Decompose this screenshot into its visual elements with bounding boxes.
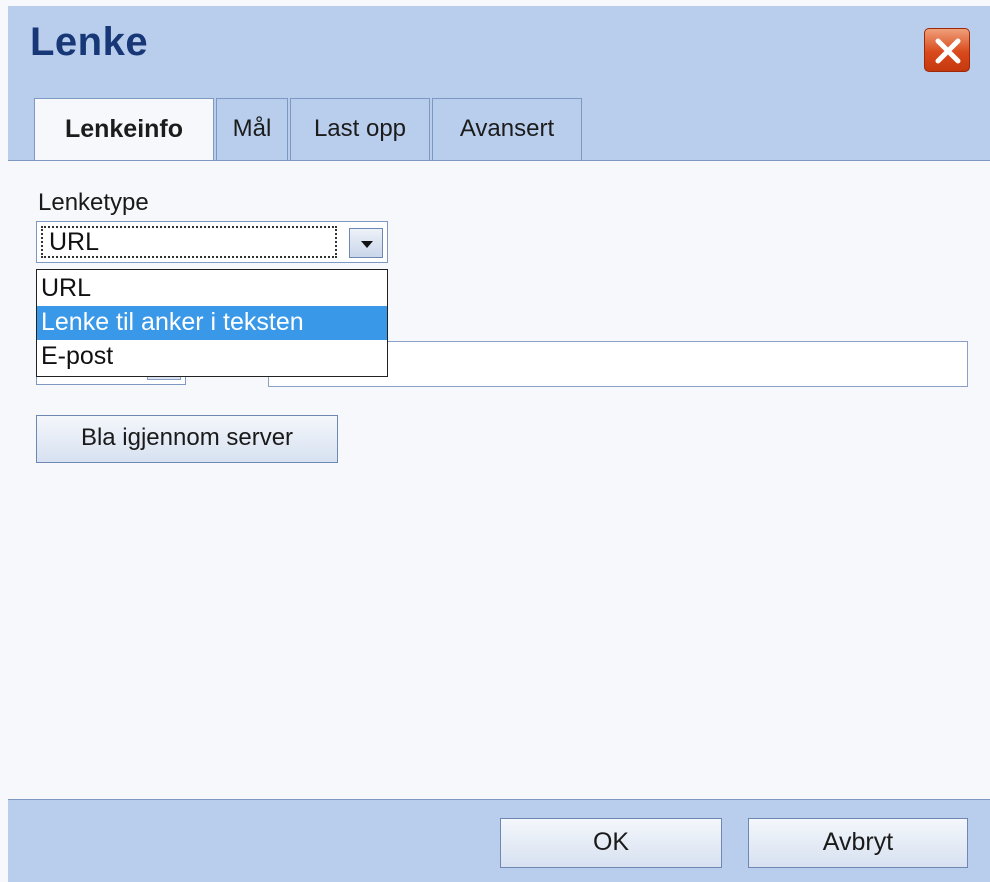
link-type-label: Lenketype <box>38 189 149 216</box>
dropdown-option-anchor[interactable]: Lenke til anker i teksten <box>37 306 387 340</box>
link-dialog: Lenke Lenkeinfo Mål Last opp Avansert Le… <box>8 6 990 882</box>
chevron-down-icon <box>361 241 373 248</box>
close-icon <box>935 38 961 64</box>
dropdown-option-email[interactable]: E-post <box>37 340 387 374</box>
dropdown-arrow-button[interactable] <box>349 228 383 258</box>
close-button[interactable] <box>924 28 970 72</box>
dropdown-option-url[interactable]: URL <box>37 272 387 306</box>
cancel-button[interactable]: Avbryt <box>748 818 968 868</box>
tab-panel-lenkeinfo: Lenketype URL URL Lenke til anker i teks… <box>8 160 990 800</box>
tab-avansert[interactable]: Avansert <box>432 98 582 160</box>
dialog-title: Lenke <box>30 20 149 64</box>
link-type-select[interactable]: URL <box>36 221 388 263</box>
browse-server-button[interactable]: Bla igjennom server <box>36 415 338 463</box>
tab-lenkeinfo[interactable]: Lenkeinfo <box>34 98 214 162</box>
tab-mal[interactable]: Mål <box>216 98 288 160</box>
link-type-dropdown-list: URL Lenke til anker i teksten E-post <box>36 269 388 377</box>
ok-button[interactable]: OK <box>500 818 722 868</box>
link-type-selected-value: URL <box>41 226 337 258</box>
tab-last-opp[interactable]: Last opp <box>290 98 430 160</box>
